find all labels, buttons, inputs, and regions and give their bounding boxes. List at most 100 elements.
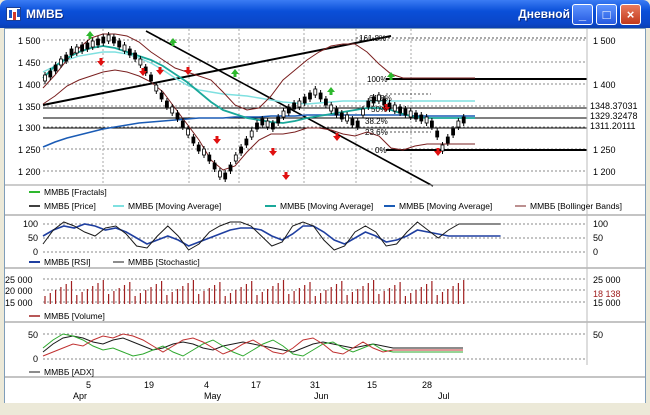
price-bar-body <box>122 44 127 52</box>
price-bar-body <box>90 40 95 48</box>
price-bar-body <box>345 114 350 122</box>
price-bar-body <box>217 170 222 178</box>
price-bar-body <box>149 74 153 82</box>
legend-label: ММВБ [Volume] <box>44 311 105 321</box>
price-bar-body <box>318 92 323 100</box>
price-bar-body <box>164 100 169 108</box>
price-bar-body <box>59 58 63 66</box>
x-day-label: 19 <box>144 380 154 390</box>
fib-label: 100% <box>367 75 387 84</box>
price-bar-body <box>53 64 58 72</box>
x-day-label: 31 <box>310 380 320 390</box>
price-bar-body <box>260 118 265 126</box>
price-bar-body <box>117 40 122 48</box>
price-bar-body <box>228 164 233 172</box>
price-bar-body <box>74 46 79 54</box>
price-bar-body <box>101 36 106 44</box>
fib-label: 38.2% <box>365 117 388 126</box>
rsi-tick: 50 <box>28 233 38 243</box>
price-bar-body <box>43 74 47 82</box>
price-bar-body <box>414 112 418 120</box>
price-bar-body <box>175 112 180 120</box>
price-axis-right: 1 500 1 400 1 250 1 200 1348.37031 1329.… <box>588 36 638 177</box>
x-day-label: 15 <box>367 380 377 390</box>
maximize-icon: □ <box>602 7 611 22</box>
volume-legend: ММВБ [Volume] <box>29 311 105 321</box>
price-bar-body <box>461 116 466 124</box>
x-day-label: 28 <box>422 380 432 390</box>
legend-label: ММВБ [Price] <box>44 201 96 211</box>
price-bar-body <box>361 108 365 116</box>
price-tick: 1 300 <box>18 123 41 133</box>
price-tick: 1 400 <box>18 80 41 90</box>
price-bar-body <box>429 120 434 128</box>
price-bar-body <box>398 106 403 114</box>
price-bar-body <box>249 130 254 138</box>
price-bar-body <box>355 120 360 128</box>
rsi-legend: ММВБ [RSI] ММВБ [Stochastic] <box>29 257 200 267</box>
x-month-label: Apr <box>73 391 87 401</box>
price-bar-body <box>408 110 413 118</box>
price-tick: 1 200 <box>18 167 41 177</box>
price-bar-body <box>403 108 408 116</box>
price-tick: 1 200 <box>593 167 616 177</box>
price-bar-body <box>323 98 328 106</box>
price-tick: 1 450 <box>18 58 41 68</box>
price-bar-body <box>308 92 312 100</box>
price-bar-body <box>313 88 318 96</box>
price-bar-body <box>350 118 355 126</box>
price-bar-body <box>180 120 185 128</box>
price-bar-body <box>196 144 201 152</box>
price-bar-body <box>127 48 132 56</box>
rsi-tick: 100 <box>593 219 608 229</box>
window-title: ММВБ <box>26 7 64 21</box>
adx-tick: 0 <box>33 354 38 364</box>
rsi-plot-area[interactable] <box>43 218 587 254</box>
price-bar-body <box>212 162 217 170</box>
price-bar-body <box>170 106 175 114</box>
x-month-label: Jun <box>314 391 329 401</box>
x-day-label: 17 <box>251 380 261 390</box>
price-bar-body <box>419 114 424 122</box>
price-bar-body <box>186 128 191 136</box>
price-bar-body <box>159 92 164 100</box>
price-bar-body <box>255 122 259 130</box>
price-bar-body <box>435 130 440 138</box>
chart-svg[interactable]: 161.8% 100% 61.8% 50% 38.2% 23.6% 0% 1 5… <box>5 29 645 404</box>
rsi-tick: 0 <box>593 247 598 257</box>
x-axis: 5 19 4 17 31 15 28 Apr May Jun Jul <box>73 380 450 401</box>
maximize-button[interactable]: □ <box>596 4 617 25</box>
price-bar-body <box>339 112 344 120</box>
price-bar-body <box>297 100 302 108</box>
price-bar-body <box>138 58 143 66</box>
close-button[interactable]: × <box>620 4 641 25</box>
price-bar-body <box>276 116 281 124</box>
price-tick: 1 500 <box>18 36 41 46</box>
price-bar-body <box>64 54 69 62</box>
legend-label: ММВБ [Moving Average] <box>399 201 492 211</box>
price-bar-body <box>392 104 397 112</box>
price-bar-body <box>191 136 196 144</box>
legend-label: ММВБ [Stochastic] <box>128 257 200 267</box>
minimize-button[interactable]: _ <box>572 4 593 25</box>
close-icon: × <box>626 7 635 22</box>
price-bar-body <box>440 144 445 152</box>
price-bar-body <box>233 154 238 162</box>
volume-tick: 25 000 <box>5 275 33 285</box>
adx-tick: 50 <box>28 330 38 340</box>
chart-frame: 161.8% 100% 61.8% 50% 38.2% 23.6% 0% 1 5… <box>4 28 646 411</box>
rsi-tick: 0 <box>33 247 38 257</box>
horizontal-scrollbar[interactable] <box>4 403 646 413</box>
volume-tick: 15 000 <box>593 298 621 308</box>
fib-label: 23.6% <box>365 128 388 137</box>
current-price-label: 1311.20111 <box>590 121 636 131</box>
price-tick: 1 250 <box>593 145 616 155</box>
fib-label: 0% <box>375 146 387 155</box>
price-bar-body <box>451 128 456 136</box>
price-tick: 1 400 <box>593 80 616 90</box>
price-bar-body <box>112 36 116 44</box>
rsi-tick: 50 <box>593 233 603 243</box>
period-label: Дневной <box>518 7 570 21</box>
price-bar-body <box>96 38 100 46</box>
current-price-label: 1329.32478 <box>590 111 638 121</box>
